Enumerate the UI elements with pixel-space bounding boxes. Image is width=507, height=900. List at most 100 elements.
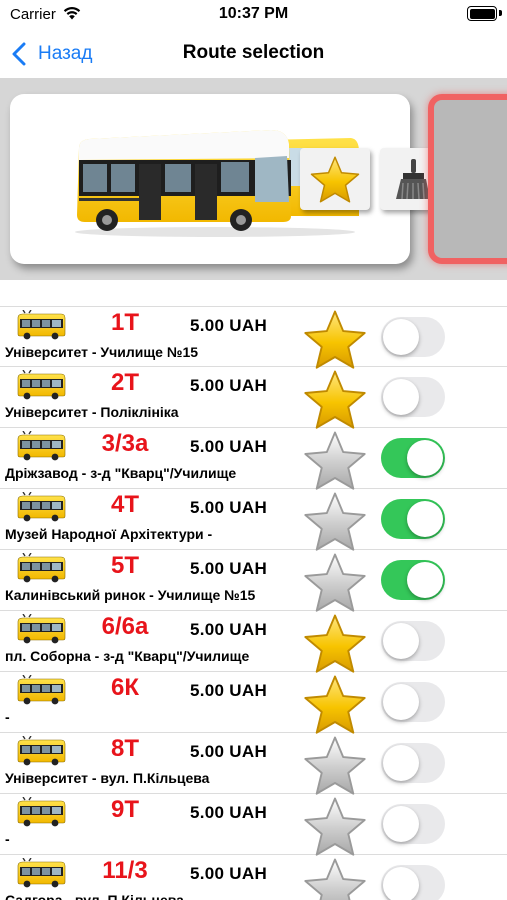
- favorite-star-button[interactable]: [302, 369, 368, 429]
- back-label: Назад: [38, 43, 93, 64]
- star-icon: [304, 736, 366, 795]
- bus-icon: [15, 552, 67, 583]
- back-button[interactable]: Назад: [12, 38, 92, 70]
- route-price: 5.00 UAH: [190, 316, 268, 335]
- route-list: 1Т 5.00 UAH Університет - Училище №15 2Т…: [0, 306, 507, 900]
- star-icon: [304, 553, 366, 612]
- banner-next-card[interactable]: [428, 94, 507, 264]
- route-price: 5.00 UAH: [190, 376, 268, 395]
- route-row[interactable]: 11/3 5.00 UAH Садгора - вул. П.Кільцева: [0, 855, 507, 900]
- route-name: Університет - вул. П.Кільцева: [5, 770, 210, 786]
- toggle-knob: [407, 440, 443, 476]
- route-toggle[interactable]: [381, 438, 445, 478]
- route-row[interactable]: 8Т 5.00 UAH Університет - вул. П.Кільцев…: [0, 733, 507, 795]
- route-number: 8Т: [110, 735, 139, 762]
- bus-icon: [15, 430, 67, 461]
- route-price: 5.00 UAH: [190, 498, 268, 517]
- route-number: 5Т: [110, 552, 139, 579]
- route-name: Музей Народної Архітектури -: [5, 526, 213, 542]
- route-toggle[interactable]: [381, 743, 445, 783]
- bus-icon: [15, 796, 67, 827]
- route-price: 5.00 UAH: [190, 742, 268, 761]
- route-name: Університет - Поліклініка: [5, 404, 179, 420]
- favorite-star-button[interactable]: [302, 552, 368, 612]
- battery-cap: [499, 10, 502, 16]
- battery-icon: [467, 6, 497, 21]
- route-row[interactable]: 9Т 5.00 UAH -: [0, 794, 507, 856]
- route-number: 9Т: [110, 796, 139, 823]
- route-toggle[interactable]: [381, 377, 445, 417]
- route-row[interactable]: 4Т 5.00 UAH Музей Народної Архітектури -: [0, 489, 507, 551]
- toggle-knob: [383, 745, 419, 781]
- route-toggle[interactable]: [381, 317, 445, 357]
- route-toggle[interactable]: [381, 804, 445, 844]
- toggle-knob: [383, 379, 419, 415]
- route-row[interactable]: 5Т 5.00 UAH Калинівський ринок - Училище…: [0, 550, 507, 612]
- route-toggle[interactable]: [381, 682, 445, 722]
- route-number: 4Т: [110, 491, 139, 518]
- favorite-star-button[interactable]: [302, 796, 368, 856]
- bus-icon: [15, 857, 67, 888]
- route-number: 6К: [111, 674, 139, 701]
- bus-icon: [15, 674, 67, 705]
- toggle-knob: [383, 623, 419, 659]
- favorite-star-button[interactable]: [302, 309, 368, 369]
- route-price: 5.00 UAH: [190, 803, 268, 822]
- route-number: 1Т: [110, 309, 139, 336]
- nav-bar: Назад Route selection: [0, 30, 507, 78]
- chevron-left-icon: [12, 42, 26, 66]
- route-number: 6/6а: [101, 613, 149, 640]
- route-row[interactable]: 6К 5.00 UAH -: [0, 672, 507, 734]
- bus-icon: [15, 613, 67, 644]
- route-row[interactable]: 3/3а 5.00 UAH Дріжзавод - з-д "Кварц"/Уч…: [0, 428, 507, 490]
- bus-icon: [15, 309, 67, 340]
- toggle-knob: [407, 501, 443, 537]
- route-toggle[interactable]: [381, 560, 445, 600]
- banner-carousel[interactable]: [0, 78, 507, 280]
- star-icon: [310, 156, 360, 203]
- star-icon: [304, 614, 366, 673]
- star-icon: [304, 675, 366, 734]
- clock: 10:37 PM: [218, 5, 289, 22]
- bus-icon: [15, 735, 67, 766]
- bus-icon: [15, 491, 67, 522]
- favorite-star-button[interactable]: [302, 735, 368, 795]
- brush-icon: [396, 159, 430, 200]
- route-toggle[interactable]: [381, 499, 445, 539]
- route-name: пл. Соборна - з-д "Кварц"/Училище: [5, 648, 250, 664]
- toggle-knob: [383, 684, 419, 720]
- route-row[interactable]: 2Т 5.00 UAH Університет - Поліклініка: [0, 367, 507, 429]
- route-number: 3/3а: [101, 430, 149, 457]
- route-name: -: [5, 709, 10, 725]
- route-toggle[interactable]: [381, 865, 445, 900]
- route-price: 5.00 UAH: [190, 620, 268, 639]
- route-name: Садгора - вул. П.Кільцева: [5, 892, 184, 900]
- favorite-star-button[interactable]: [302, 613, 368, 673]
- route-name: Дріжзавод - з-д "Кварц"/Училище: [5, 465, 237, 481]
- star-icon: [304, 431, 366, 490]
- route-row[interactable]: 1Т 5.00 UAH Університет - Училище №15: [0, 306, 507, 369]
- route-number: 2Т: [110, 369, 139, 396]
- route-name: Калинівський ринок - Училище №15: [5, 587, 256, 603]
- star-icon: [304, 310, 366, 369]
- route-toggle[interactable]: [381, 621, 445, 661]
- favorite-star-button[interactable]: [302, 857, 368, 900]
- star-icon: [304, 797, 366, 856]
- favorite-star-button[interactable]: [302, 491, 368, 551]
- toggle-knob: [383, 806, 419, 842]
- route-name: -: [5, 831, 10, 847]
- route-row[interactable]: 6/6а 5.00 UAH пл. Соборна - з-д "Кварц"/…: [0, 611, 507, 673]
- favorite-star-button[interactable]: [302, 430, 368, 490]
- star-icon: [304, 858, 366, 900]
- toggle-knob: [383, 319, 419, 355]
- route-price: 5.00 UAH: [190, 864, 268, 883]
- route-price: 5.00 UAH: [190, 437, 268, 456]
- route-name: Університет - Училище №15: [5, 344, 199, 360]
- star-icon: [304, 492, 366, 551]
- bus-icon: [15, 369, 67, 400]
- favorite-star-button[interactable]: [302, 674, 368, 734]
- toggle-knob: [407, 562, 443, 598]
- status-bar: Carrier 10:37 PM: [0, 0, 507, 30]
- favorites-filter-button[interactable]: [300, 148, 370, 210]
- route-number: 11/3: [102, 857, 148, 884]
